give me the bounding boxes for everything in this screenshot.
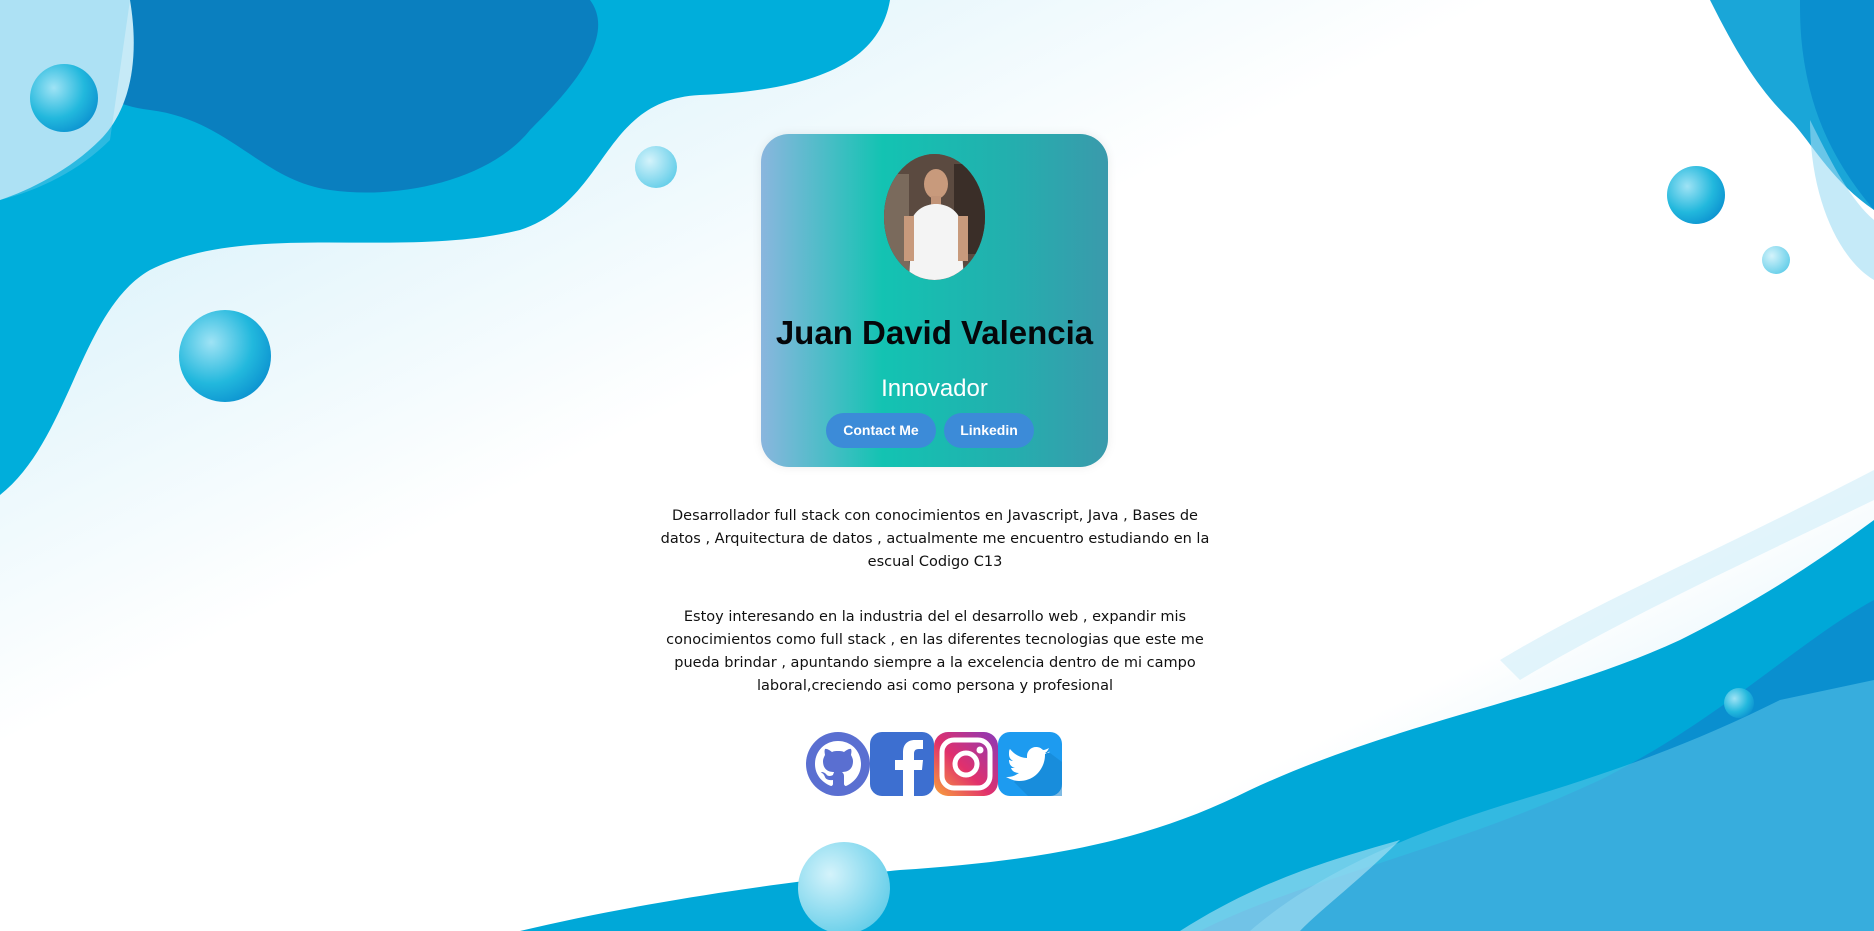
- instagram-icon[interactable]: [934, 732, 998, 796]
- linkedin-button[interactable]: Linkedin: [944, 413, 1034, 448]
- contact-me-button[interactable]: Contact Me: [826, 413, 936, 448]
- avatar: [884, 154, 985, 280]
- about-paragraph-2: Estoy interesando en la industria del el…: [666, 609, 1204, 694]
- about-paragraph-1: Desarrollador full stack con conocimient…: [660, 508, 1210, 570]
- twitter-icon[interactable]: [998, 732, 1062, 796]
- github-icon[interactable]: [806, 732, 870, 796]
- profile-card: Juan David Valencia Innovador Contact Me…: [761, 134, 1108, 467]
- profile-name: Juan David Valencia: [775, 314, 1094, 351]
- facebook-icon[interactable]: [870, 732, 934, 796]
- profile-role: Innovador: [881, 375, 988, 402]
